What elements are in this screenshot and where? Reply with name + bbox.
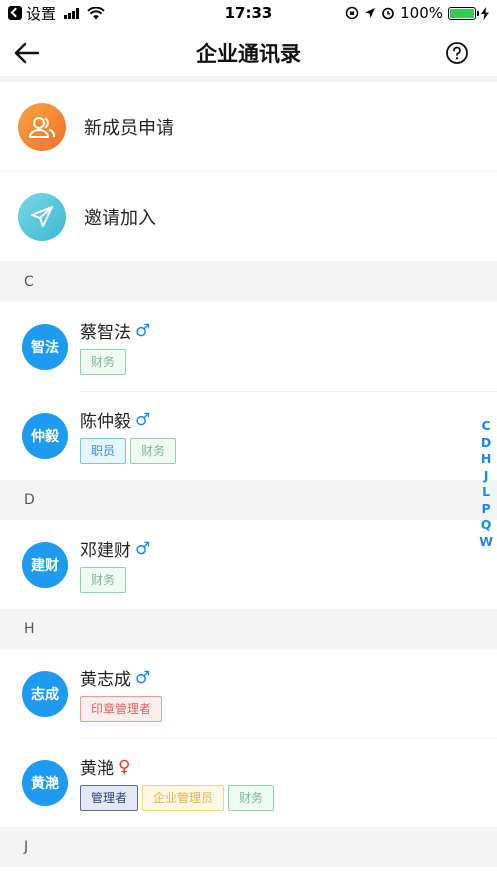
index-letter[interactable]: L [482, 484, 490, 501]
index-letter[interactable]: J [484, 468, 489, 485]
tags: 职员 财务 [80, 438, 177, 464]
contact-info: 陈仲毅 ♂ 职员 财务 [80, 407, 177, 464]
section-header-h: H [0, 609, 497, 649]
index-letter[interactable]: D [481, 435, 491, 452]
help-icon[interactable] [445, 41, 469, 65]
index-letter[interactable]: P [482, 501, 491, 518]
charging-icon [481, 6, 489, 20]
role-tag: 财务 [80, 567, 127, 593]
invite-join-row[interactable]: 邀请加入 [0, 172, 497, 262]
contact-name: 蔡智法 [80, 323, 131, 343]
page-title: 企业通讯录 [196, 42, 301, 66]
avatar: 建财 [22, 541, 68, 588]
avatar: 智法 [22, 323, 68, 370]
contact-info: 黄滟 ♀ 管理者 企业管理员 财务 [80, 754, 275, 811]
name-line: 邓建财 ♂ [80, 536, 151, 562]
role-tag: 财务 [80, 349, 127, 375]
new-member-request-label: 新成员申请 [84, 117, 174, 139]
male-icon: ♂ [135, 538, 151, 559]
name-line: 黄滟 ♀ [80, 754, 274, 780]
tags: 财务 [80, 349, 150, 375]
role-tag: 管理者 [80, 785, 139, 811]
contact-row[interactable]: 仲毅 陈仲毅 ♂ 职员 财务 [0, 391, 497, 480]
nav-bar: 企业通讯录 [0, 26, 497, 82]
section-header-d: D [0, 480, 497, 520]
section-header-j: J [0, 827, 497, 867]
tags: 财务 [80, 567, 150, 593]
tags: 印章管理者 [80, 696, 163, 722]
contact-row[interactable]: 黄滟 黄滟 ♀ 管理者 企业管理员 财务 [0, 738, 497, 827]
section-header-c: C [0, 262, 497, 302]
role-tag: 职员 [80, 438, 127, 464]
name-line: 黄志成 ♂ [80, 665, 162, 691]
tags: 管理者 企业管理员 财务 [80, 785, 275, 811]
alarm-icon [382, 7, 394, 20]
signal-icon [64, 7, 80, 19]
battery-percent: 100% [400, 4, 443, 22]
role-tag: 财务 [130, 438, 177, 464]
contact-name: 黄志成 [80, 670, 131, 690]
battery-icon [448, 6, 479, 20]
contact-row[interactable]: 志成 黄志成 ♂ 印章管理者 [0, 649, 497, 738]
name-line: 蔡智法 ♂ [80, 318, 151, 344]
index-letter[interactable]: H [481, 451, 491, 468]
contact-info: 邓建财 ♂ 财务 [80, 536, 150, 593]
alphabet-index: C D H J L P Q W [479, 418, 493, 550]
new-member-request-row[interactable]: 新成员申请 [0, 82, 497, 172]
status-right: 100% [345, 4, 489, 22]
name-line: 陈仲毅 ♂ [80, 407, 176, 433]
users-icon [18, 102, 66, 151]
contact-row[interactable]: 建财 邓建财 ♂ 财务 [0, 520, 497, 609]
role-tag: 财务 [228, 785, 275, 811]
female-icon: ♀ [118, 756, 131, 777]
back-to-app-icon[interactable] [8, 6, 22, 20]
status-bar: 设置 17:33 100% [0, 0, 497, 26]
role-tag: 企业管理员 [142, 785, 225, 811]
index-letter[interactable]: C [482, 418, 491, 435]
avatar: 志成 [22, 670, 68, 717]
index-letter[interactable]: Q [481, 517, 492, 534]
orientation-lock-icon [345, 6, 359, 20]
avatar: 仲毅 [22, 412, 68, 459]
back-app-label[interactable]: 设置 [26, 3, 56, 24]
index-letter[interactable]: W [479, 534, 493, 551]
male-icon: ♂ [135, 667, 151, 688]
contact-info: 黄志成 ♂ 印章管理者 [80, 665, 163, 722]
contact-row[interactable]: 智法 蔡智法 ♂ 财务 [0, 302, 497, 391]
status-left: 设置 [8, 3, 105, 24]
contact-name: 邓建财 [80, 541, 131, 561]
contact-name: 陈仲毅 [80, 412, 131, 432]
contact-name: 黄滟 [80, 759, 114, 779]
invite-join-label: 邀请加入 [84, 207, 156, 229]
role-tag: 印章管理者 [80, 696, 163, 722]
wifi-icon [87, 6, 105, 19]
paper-plane-icon [18, 192, 66, 241]
male-icon: ♂ [135, 409, 151, 430]
avatar: 黄滟 [22, 759, 68, 806]
location-icon [365, 8, 376, 18]
contact-info: 蔡智法 ♂ 财务 [80, 318, 150, 375]
male-icon: ♂ [135, 320, 151, 341]
